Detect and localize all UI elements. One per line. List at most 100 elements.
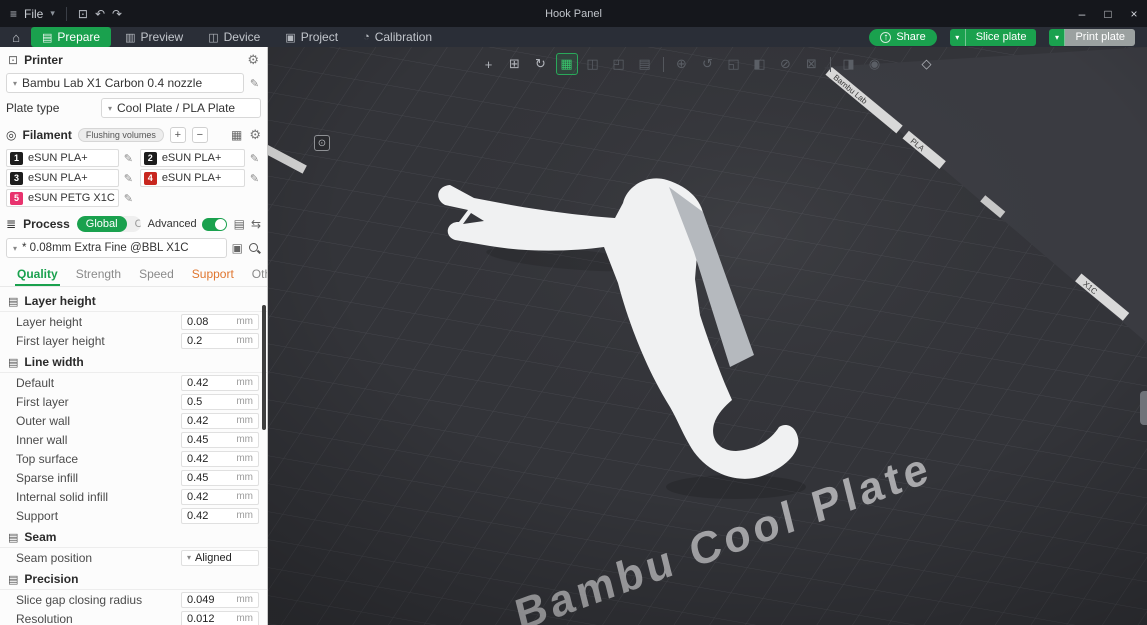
param-label: Top surface bbox=[16, 451, 79, 466]
file-menu[interactable]: File bbox=[24, 7, 43, 21]
plate-settings-icon[interactable]: ⊙ bbox=[314, 135, 330, 151]
add-plate-icon[interactable]: ⊞ bbox=[504, 53, 526, 75]
printer-settings-gear-icon[interactable]: ⚙ bbox=[247, 52, 259, 68]
param-label: Outer wall bbox=[16, 413, 71, 428]
param-section-header[interactable]: ▤ Precision bbox=[0, 567, 267, 590]
assembly-view-icon[interactable]: ◇ bbox=[916, 53, 938, 75]
filament-settings-gear-icon[interactable]: ⚙ bbox=[249, 127, 261, 143]
param-input[interactable]: 0.42 mm bbox=[181, 374, 259, 391]
global-objects-toggle[interactable]: Global Objects bbox=[76, 216, 141, 232]
right-panel-handle[interactable] bbox=[1140, 391, 1147, 425]
filament-combo[interactable]: 3 eSUN PLA+ bbox=[6, 169, 119, 187]
process-preset-value: * 0.08mm Extra Fine @BBL X1C bbox=[22, 242, 189, 254]
app-menu-icon[interactable]: ≡ bbox=[10, 7, 17, 21]
param-label: Slice gap closing radius bbox=[16, 592, 143, 607]
edit-filament-icon[interactable]: ✎ bbox=[122, 152, 135, 165]
edit-filament-icon[interactable]: ✎ bbox=[248, 152, 261, 165]
add-filament-button[interactable]: + bbox=[169, 127, 186, 143]
tab-calibration[interactable]: ◔ Calibration bbox=[352, 27, 443, 47]
maximize-button[interactable]: □ bbox=[1095, 0, 1121, 27]
plate-type-value: Cool Plate / PLA Plate bbox=[117, 101, 236, 115]
print-label: Print plate bbox=[1065, 28, 1135, 46]
viewport-3d[interactable]: Bambu Lab PLA X1C Bambu Cool Plate bbox=[268, 47, 1147, 625]
edit-filament-icon[interactable]: ✎ bbox=[122, 192, 135, 205]
process-tab-quality[interactable]: Quality bbox=[8, 264, 67, 286]
tab-preview[interactable]: ▥ Preview bbox=[114, 27, 194, 47]
edit-filament-icon[interactable]: ✎ bbox=[122, 172, 135, 185]
redo-icon[interactable]: ↷ bbox=[112, 7, 122, 21]
plate-type-select[interactable]: ▾ Cool Plate / PLA Plate bbox=[101, 98, 261, 118]
sidebar-scrollbar[interactable] bbox=[262, 305, 266, 430]
param-value: 0.5 bbox=[187, 395, 203, 408]
process-preset-select[interactable]: ▾ * 0.08mm Extra Fine @BBL X1C bbox=[6, 238, 227, 258]
param-section-header[interactable]: ▤ Line width bbox=[0, 350, 267, 373]
filament-name: eSUN PLA+ bbox=[161, 172, 222, 184]
share-label: Share bbox=[896, 31, 926, 43]
search-icon[interactable] bbox=[248, 242, 261, 255]
chevron-down-icon[interactable]: ▾ bbox=[50, 8, 55, 19]
flushing-volumes-button[interactable]: Flushing volumes bbox=[77, 128, 164, 142]
param-input[interactable]: 0.42 mm bbox=[181, 412, 259, 429]
remove-filament-button[interactable]: − bbox=[191, 127, 208, 143]
param-select[interactable]: ▾ Aligned bbox=[181, 549, 259, 566]
printer-select[interactable]: ▾ Bambu Lab X1 Carbon 0.4 nozzle bbox=[6, 73, 244, 93]
filament-combo[interactable]: 5 eSUN PETG X1C bbox=[6, 189, 119, 207]
param-row: Default 0.42 mm bbox=[0, 373, 267, 392]
tab-prepare[interactable]: ▤ Prepare bbox=[31, 27, 112, 47]
minimize-button[interactable]: – bbox=[1069, 0, 1095, 27]
param-input[interactable]: 0.42 mm bbox=[181, 450, 259, 467]
section-icon: ▤ bbox=[8, 295, 19, 308]
param-section: ▤ Layer height Layer height 0.08 mm First lay… bbox=[0, 289, 267, 350]
filament-combo[interactable]: 4 eSUN PLA+ bbox=[139, 169, 245, 187]
save-preset-icon[interactable]: ▣ bbox=[232, 241, 243, 255]
process-tab-speed[interactable]: Speed bbox=[130, 264, 183, 286]
tab-device[interactable]: ◫ Device bbox=[197, 27, 271, 47]
param-input[interactable]: 0.42 mm bbox=[181, 488, 259, 505]
filament-grid: 1 eSUN PLA+ ✎ 2 eSUN PLA+ ✎ 3 eSUN PLA+ ✎ 4 eSUN P… bbox=[0, 147, 267, 209]
print-dropdown-icon[interactable]: ▾ bbox=[1049, 28, 1066, 46]
scale-icon: ◱ bbox=[727, 56, 740, 71]
param-input[interactable]: 0.45 mm bbox=[181, 469, 259, 486]
param-input[interactable]: 0.45 mm bbox=[181, 431, 259, 448]
edit-filament-icon[interactable]: ✎ bbox=[248, 172, 261, 185]
param-section-header[interactable]: ▤ Seam bbox=[0, 525, 267, 548]
filament-combo[interactable]: 2 eSUN PLA+ bbox=[139, 149, 245, 167]
process-tab-others[interactable]: Others bbox=[243, 264, 267, 286]
view-all-settings-icon[interactable]: ▤ bbox=[234, 217, 245, 231]
close-button[interactable]: × bbox=[1121, 0, 1147, 27]
param-input[interactable]: 0.2 mm bbox=[181, 332, 259, 349]
global-segment[interactable]: Global bbox=[76, 216, 127, 232]
param-unit: mm bbox=[236, 491, 253, 502]
home-icon[interactable]: ⌂ bbox=[4, 27, 28, 47]
process-tab-support[interactable]: Support bbox=[183, 264, 243, 286]
filament-combo[interactable]: 1 eSUN PLA+ bbox=[6, 149, 119, 167]
param-input[interactable]: 0.42 mm bbox=[181, 507, 259, 524]
toolbar-separator bbox=[829, 56, 831, 72]
monitor-icon[interactable]: ⊡ bbox=[78, 7, 88, 21]
add-model-icon[interactable]: + bbox=[478, 53, 500, 75]
print-plate-button[interactable]: ▾ Print plate bbox=[1049, 28, 1135, 46]
param-section-header[interactable]: ▤ Layer height bbox=[0, 289, 267, 312]
share-button[interactable]: ↑ Share bbox=[869, 28, 937, 46]
param-input[interactable]: 0.012 mm bbox=[181, 610, 259, 625]
process-tab-strength[interactable]: Strength bbox=[67, 264, 130, 286]
param-value: 0.012 bbox=[187, 612, 215, 625]
param-input[interactable]: 0.049 mm bbox=[181, 591, 259, 608]
edit-printer-icon[interactable]: ✎ bbox=[248, 77, 261, 90]
undo-icon[interactable]: ↶ bbox=[95, 7, 105, 21]
objects-segment[interactable]: Objects bbox=[127, 218, 141, 230]
auto-orient-icon[interactable]: ↻ bbox=[530, 53, 552, 75]
param-input[interactable]: 0.5 mm bbox=[181, 393, 259, 410]
advanced-toggle[interactable] bbox=[201, 217, 227, 231]
filament-name: eSUN PLA+ bbox=[28, 152, 88, 164]
arrange-icon[interactable]: ▦ bbox=[555, 53, 578, 75]
slice-plate-button[interactable]: ▾ Slice plate bbox=[949, 28, 1037, 46]
tab-project[interactable]: ▣ Project bbox=[274, 27, 349, 47]
compare-presets-icon[interactable]: ⇆ bbox=[251, 217, 261, 231]
ams-icon[interactable]: ▦ bbox=[231, 128, 242, 142]
param-input[interactable]: 0.08 mm bbox=[181, 313, 259, 330]
section-title: Layer height bbox=[24, 294, 96, 308]
titlebar: ≡ File ▾ ⊡ ↶ ↷ Hook Panel – □ × bbox=[0, 0, 1147, 27]
filament-color-badge: 3 bbox=[10, 171, 23, 185]
slice-dropdown-icon[interactable]: ▾ bbox=[949, 28, 966, 46]
